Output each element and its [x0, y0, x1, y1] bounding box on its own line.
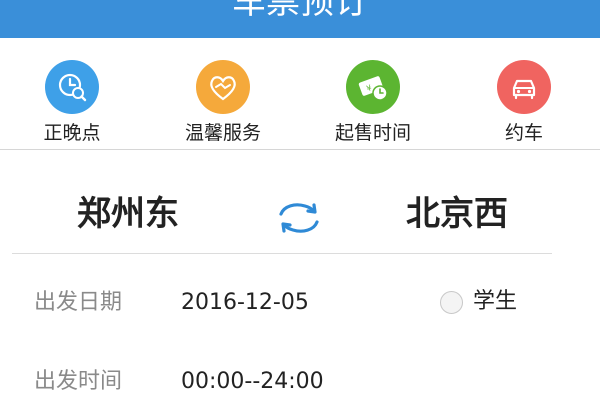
quick-action-warm-service[interactable]: 温馨服务: [163, 60, 283, 144]
heart-handshake-icon: [196, 60, 250, 114]
student-checkbox[interactable]: [440, 291, 463, 314]
time-value[interactable]: 00:00--24:00: [181, 369, 324, 395]
quick-action-label: 正晚点: [43, 122, 101, 144]
date-value[interactable]: 2016-12-05: [181, 290, 309, 316]
app-header: 车票预订: [0, 0, 600, 38]
divider: [12, 253, 552, 254]
quick-action-label: 约车: [504, 122, 543, 144]
student-label[interactable]: 学生: [473, 289, 517, 315]
quick-action-book-car[interactable]: 约车: [464, 60, 584, 144]
quick-action-sale-time[interactable]: ¥ 起售时间: [313, 60, 433, 144]
departure-station[interactable]: 郑州东: [77, 194, 179, 234]
quick-action-label: 起售时间: [334, 122, 411, 144]
quick-action-label: 温馨服务: [184, 122, 261, 144]
ticket-clock-icon: ¥: [346, 60, 400, 114]
car-icon: [497, 60, 551, 114]
swap-arrows-icon[interactable]: [275, 198, 323, 238]
page-title: 车票预订: [232, 0, 368, 22]
date-label: 出发日期: [34, 290, 123, 315]
quick-action-delay-status[interactable]: 正晚点: [12, 60, 132, 144]
arrival-station[interactable]: 北京西: [406, 194, 508, 234]
quick-actions: 正晚点 温馨服务 ¥ 起售时间 约车: [0, 38, 600, 150]
clock-search-icon: [45, 60, 99, 114]
time-label: 出发时间: [34, 369, 123, 394]
